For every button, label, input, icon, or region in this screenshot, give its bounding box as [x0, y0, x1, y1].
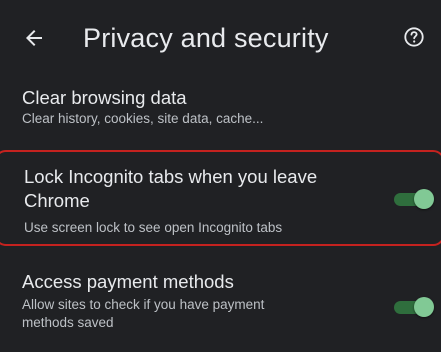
- back-button[interactable]: [14, 18, 54, 58]
- lock-incognito-tabs-item[interactable]: Lock Incognito tabs when you leave Chrom…: [0, 150, 441, 246]
- page-title: Privacy and security: [83, 23, 329, 53]
- access-payment-subtitle-line2: methods saved: [22, 315, 114, 330]
- lock-incognito-subtitle: Use screen lock to see open Incognito ta…: [24, 220, 283, 235]
- clear-browsing-data-title: Clear browsing data: [22, 87, 187, 108]
- app-bar: Privacy and security: [0, 0, 441, 76]
- help-button[interactable]: [397, 20, 431, 54]
- access-payment-methods-item[interactable]: Access payment methods Allow sites to ch…: [0, 270, 441, 350]
- access-payment-subtitle-line1: Allow sites to check if you have payment: [22, 297, 265, 312]
- clear-browsing-data-subtitle: Clear history, cookies, site data, cache…: [22, 111, 264, 126]
- privacy-settings-screen: Privacy and security Clear browsing data…: [0, 0, 441, 352]
- access-payment-toggle[interactable]: [394, 296, 434, 318]
- toggle-thumb: [414, 297, 434, 317]
- toggle-thumb: [414, 189, 434, 209]
- lock-incognito-title-line2: Chrome: [24, 190, 90, 211]
- arrow-back-icon: [26, 30, 42, 46]
- lock-incognito-title-line1: Lock Incognito tabs when you leave: [24, 166, 318, 187]
- clear-browsing-data-item[interactable]: Clear browsing data Clear history, cooki…: [0, 86, 441, 138]
- access-payment-title: Access payment methods: [22, 271, 234, 292]
- lock-incognito-toggle[interactable]: [394, 188, 434, 210]
- help-circle-icon: [404, 27, 424, 47]
